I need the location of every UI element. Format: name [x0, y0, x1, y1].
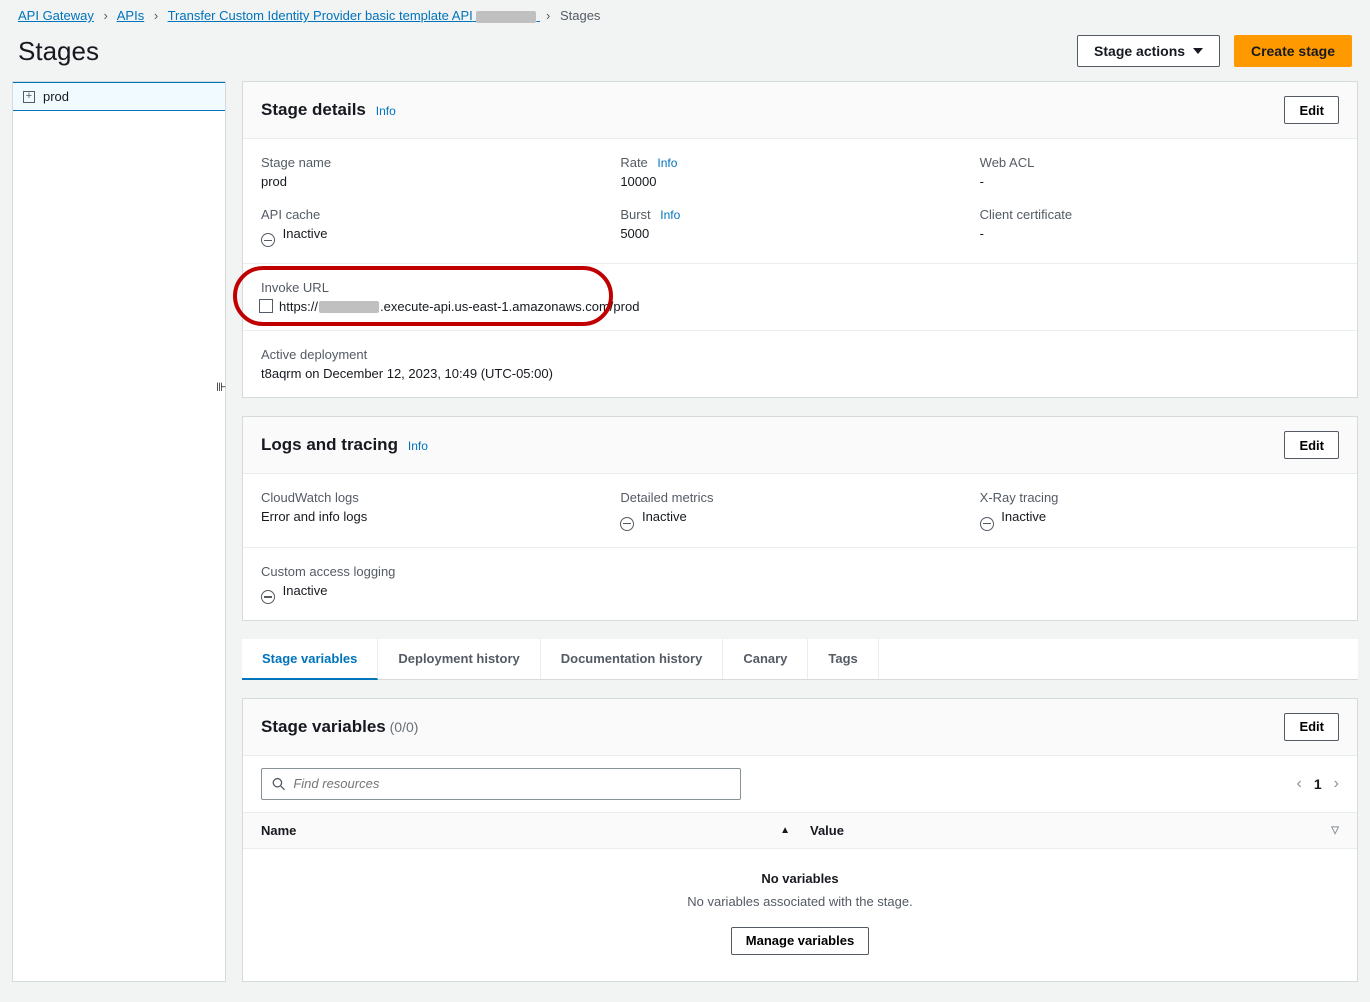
stage-details-edit-button[interactable]: Edit — [1284, 96, 1339, 124]
logs-tracing-panel: Logs and tracing Info Edit CloudWatch lo… — [242, 416, 1358, 621]
xray-value: Inactive — [1001, 509, 1046, 524]
table-header: Name ▲ Value ▽ — [243, 812, 1357, 849]
tab-canary[interactable]: Canary — [723, 639, 808, 679]
column-value[interactable]: Value — [810, 823, 844, 838]
rate-info-link[interactable]: Info — [657, 156, 677, 170]
column-name[interactable]: Name — [261, 823, 296, 838]
burst-info-link[interactable]: Info — [660, 208, 680, 222]
expand-icon[interactable]: + — [23, 91, 35, 103]
pager: ‹ 1 › — [1297, 775, 1339, 793]
stage-details-info-link[interactable]: Info — [376, 104, 396, 118]
detailed-metrics-value: Inactive — [642, 509, 687, 524]
stage-actions-button[interactable]: Stage actions — [1077, 35, 1220, 67]
invoke-url-section: Invoke URL https:// .execute-api.us-east… — [243, 263, 1357, 330]
chevron-right-icon: › — [154, 8, 158, 23]
cloudwatch-value: Error and info logs — [261, 509, 600, 524]
copy-icon[interactable] — [261, 301, 273, 313]
rate-value: 10000 — [620, 174, 959, 189]
breadcrumb-link-apigateway[interactable]: API Gateway — [18, 8, 94, 23]
chevron-right-icon: › — [546, 8, 550, 23]
empty-subtitle: No variables associated with the stage. — [243, 894, 1357, 909]
client-cert-value: - — [980, 226, 1319, 241]
web-acl-value: - — [980, 174, 1319, 189]
stage-actions-label: Stage actions — [1094, 43, 1185, 59]
pager-prev-button[interactable]: ‹ — [1297, 775, 1302, 793]
burst-value: 5000 — [620, 226, 959, 241]
search-input[interactable] — [293, 776, 730, 791]
caret-down-icon — [1193, 48, 1203, 54]
search-icon — [272, 777, 285, 791]
sidebar-item-label: prod — [43, 89, 69, 104]
redacted-api-id — [476, 11, 536, 23]
custom-access-label: Custom access logging — [261, 564, 600, 579]
xray-label: X-Ray tracing — [980, 490, 1319, 505]
logs-edit-button[interactable]: Edit — [1284, 431, 1339, 459]
pager-page-number: 1 — [1314, 776, 1322, 792]
resize-handle-icon[interactable]: ⊪ — [216, 380, 225, 395]
active-deployment-value: t8aqrm on December 12, 2023, 10:49 (UTC-… — [261, 366, 1339, 381]
logs-info-link[interactable]: Info — [408, 439, 428, 453]
breadcrumb: API Gateway › APIs › Transfer Custom Ide… — [0, 0, 1370, 31]
breadcrumb-link-api-name[interactable]: Transfer Custom Identity Provider basic … — [168, 8, 540, 23]
tab-deployment-history[interactable]: Deployment history — [378, 639, 540, 679]
inactive-icon — [261, 590, 275, 604]
breadcrumb-current: Stages — [560, 8, 600, 23]
invoke-url-prefix: https:// — [279, 299, 318, 314]
web-acl-label: Web ACL — [980, 155, 1319, 170]
stage-variables-count: (0/0) — [390, 719, 419, 735]
stage-name-value: prod — [261, 174, 600, 189]
redacted-api-id — [319, 301, 379, 313]
logs-title: Logs and tracing — [261, 435, 398, 454]
sort-asc-icon[interactable]: ▲ — [780, 825, 790, 836]
chevron-right-icon: › — [104, 8, 108, 23]
sidebar-item-prod[interactable]: + prod — [13, 82, 225, 111]
tab-documentation-history[interactable]: Documentation history — [541, 639, 724, 679]
create-stage-button[interactable]: Create stage — [1234, 35, 1352, 67]
stage-sidebar: + prod — [12, 81, 226, 982]
stage-variables-title: Stage variables — [261, 717, 386, 736]
stage-tabs: Stage variables Deployment history Docum… — [242, 639, 1358, 680]
client-cert-label: Client certificate — [980, 207, 1319, 222]
cloudwatch-label: CloudWatch logs — [261, 490, 600, 505]
empty-state: No variables No variables associated wit… — [243, 849, 1357, 981]
pager-next-button[interactable]: › — [1334, 775, 1339, 793]
breadcrumb-link-apis[interactable]: APIs — [117, 8, 144, 23]
breadcrumb-api-name-text: Transfer Custom Identity Provider basic … — [168, 8, 473, 23]
burst-label: Burst — [620, 207, 650, 222]
inactive-icon — [620, 517, 634, 531]
manage-variables-button[interactable]: Manage variables — [731, 927, 869, 955]
invoke-url-suffix: .execute-api.us-east-1.amazonaws.com/pro… — [380, 299, 639, 314]
stage-details-panel: Stage details Info Edit Stage name prod … — [242, 81, 1358, 398]
page-header: Stages Stage actions Create stage — [0, 31, 1370, 81]
tab-stage-variables[interactable]: Stage variables — [242, 639, 378, 680]
inactive-icon — [261, 233, 275, 247]
tab-tags[interactable]: Tags — [808, 639, 878, 679]
highlight-annotation — [233, 266, 613, 326]
stage-details-title: Stage details — [261, 100, 366, 119]
stage-variables-edit-button[interactable]: Edit — [1284, 713, 1339, 741]
search-box[interactable] — [261, 768, 741, 800]
stage-name-label: Stage name — [261, 155, 600, 170]
active-deployment-label: Active deployment — [261, 347, 1339, 362]
inactive-icon — [980, 517, 994, 531]
invoke-url-label: Invoke URL — [261, 280, 1339, 295]
empty-title: No variables — [243, 871, 1357, 886]
sort-desc-icon[interactable]: ▽ — [1331, 825, 1339, 836]
api-cache-label: API cache — [261, 207, 600, 222]
page-title: Stages — [18, 36, 99, 67]
api-cache-value: Inactive — [283, 226, 328, 241]
rate-label: Rate — [620, 155, 647, 170]
detailed-metrics-label: Detailed metrics — [620, 490, 959, 505]
stage-variables-panel: Stage variables (0/0) Edit ‹ 1 › — [242, 698, 1358, 982]
custom-access-value: Inactive — [283, 583, 328, 598]
